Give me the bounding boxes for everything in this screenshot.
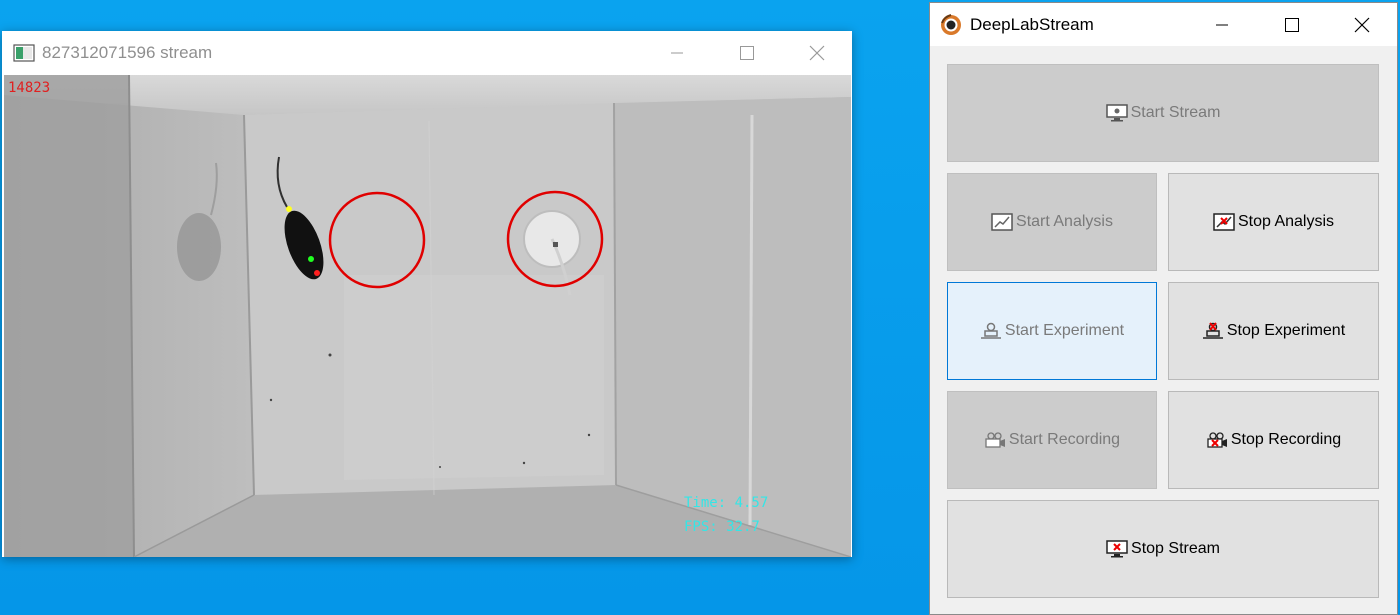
analysis-icon [991,213,1013,231]
monitor-icon [1105,104,1128,122]
stop-recording-button[interactable]: Stop Recording [1168,391,1379,489]
stream-window-title: 827312071596 stream [42,43,213,62]
keypoint-tail-base [286,206,292,212]
stop-experiment-label: Stop Experiment [1226,322,1346,339]
maximize-button[interactable] [712,31,782,75]
camera-icon [984,431,1006,449]
start-recording-button[interactable]: Start Recording [947,391,1157,489]
stream-window: 827312071596 stream 14823 Time: 4.57 FPS… [2,31,852,557]
monitor-stop-icon [1106,540,1128,558]
analysis-stop-icon [1213,213,1235,231]
start-analysis-button[interactable]: Start Analysis [947,173,1157,271]
start-experiment-label: Start Experiment [1004,322,1125,339]
maximize-icon [740,46,754,60]
experiment-icon [980,322,1002,340]
close-button[interactable] [782,31,852,75]
arena-image [4,75,851,557]
camera-stop-icon [1206,431,1228,449]
ctrl-titlebar[interactable]: DeepLabStream [930,3,1397,46]
minimize-icon [671,52,683,54]
start-recording-label: Start Recording [1008,431,1121,448]
deeplabstream-logo-icon [941,13,961,35]
minimize-button[interactable] [642,31,712,75]
stream-app-icon [13,44,35,62]
stop-analysis-button[interactable]: Stop Analysis [1168,173,1379,271]
start-stream-button[interactable]: Start Stream [947,64,1379,162]
ctrl-close-button[interactable] [1327,3,1397,46]
ctrl-minimize-button[interactable] [1187,3,1257,46]
minimize-icon [1216,24,1228,25]
start-analysis-label: Start Analysis [1016,213,1113,230]
experiment-stop-icon [1202,322,1224,340]
stop-experiment-button[interactable]: Stop Experiment [1168,282,1379,380]
frame-counter: 14823 [8,80,51,96]
stop-stream-button[interactable]: Stop Stream [947,500,1379,598]
deeplabstream-window: DeepLabStream Start Stream Start Analysi… [929,2,1398,615]
close-icon [809,45,825,61]
start-experiment-button[interactable]: Start Experiment [947,282,1157,380]
stream-titlebar[interactable]: 827312071596 stream [2,31,852,75]
time-readout: Time: 4.57 [684,495,769,511]
video-feed: 14823 Time: 4.57 FPS: 32.7 [4,75,851,557]
fps-readout: FPS: 32.7 [684,519,760,535]
close-icon [1354,17,1370,32]
maximize-icon [1285,17,1299,32]
ctrl-maximize-button[interactable] [1257,3,1327,46]
stop-recording-label: Stop Recording [1230,431,1342,448]
stop-analysis-label: Stop Analysis [1237,213,1335,230]
keypoint-neck [308,256,314,262]
keypoint-nose [314,270,320,276]
ctrl-window-title: DeepLabStream [970,14,1094,34]
start-stream-label: Start Stream [1130,104,1221,121]
stop-stream-label: Stop Stream [1131,540,1220,557]
